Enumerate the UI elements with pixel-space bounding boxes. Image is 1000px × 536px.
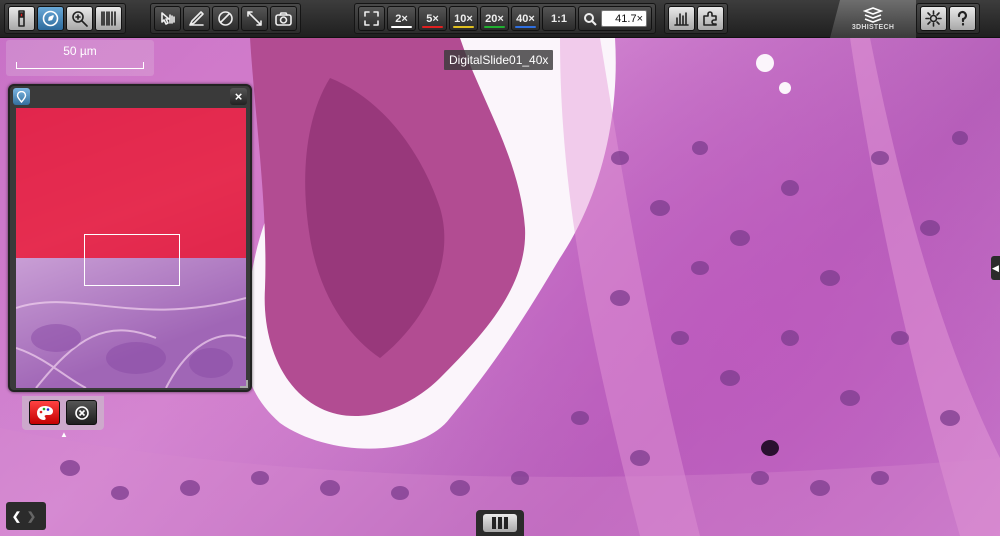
zoom-preset-label: 2× — [395, 12, 408, 25]
zoom-one-to-one-button[interactable]: 1:1 — [542, 6, 576, 31]
navigate-button[interactable] — [37, 6, 64, 31]
rotate-slide-icon — [218, 11, 233, 26]
fullscreen-icon — [364, 11, 379, 26]
main-toolbar: 2× 5× 10× 20× 40× 1:1 3DHISTECH — [0, 0, 1000, 38]
palette-icon — [36, 405, 53, 420]
settings-button[interactable] — [920, 6, 947, 31]
overview-panel: × — [8, 84, 252, 392]
zoom-preset-40x[interactable]: 40× — [511, 6, 540, 31]
close-overview-button[interactable]: × — [230, 88, 247, 105]
chevron-left-icon: ◀ — [992, 262, 999, 273]
puzzle-icon — [703, 11, 717, 26]
scale-bar-line — [16, 62, 144, 69]
previous-slide-button[interactable]: ❮ — [10, 506, 23, 526]
zoom-color-bar — [422, 26, 443, 28]
recenter-button[interactable] — [66, 400, 97, 425]
analysis-tools-group — [664, 3, 728, 34]
resize-handle[interactable] — [240, 380, 248, 388]
gear-icon — [925, 10, 942, 27]
zoom-preset-2x[interactable]: 2× — [387, 6, 416, 31]
one-to-one-label: 1:1 — [551, 12, 567, 25]
zoom-tools-group: 2× 5× 10× 20× 40× 1:1 — [354, 3, 656, 34]
bottom-panel-toggle[interactable] — [476, 510, 524, 536]
compass-icon — [42, 10, 59, 27]
bar-chart-icon — [674, 12, 689, 26]
histogram-button[interactable] — [668, 6, 695, 31]
slide-tray-button[interactable] — [8, 6, 35, 31]
slide-navigation-arrows: ❮ ❯ — [6, 502, 46, 530]
pan-hand-button[interactable] — [154, 6, 181, 31]
chevron-right-icon: ❯ — [26, 510, 37, 523]
rotate-button[interactable] — [212, 6, 239, 31]
scale-bar: 50 µm — [6, 40, 154, 76]
ruler-icon — [247, 11, 262, 26]
zoom-preset-20x[interactable]: 20× — [480, 6, 509, 31]
color-overlay-button[interactable] — [29, 400, 60, 425]
slide-name-label: DigitalSlide01_40x — [444, 50, 554, 70]
annotation-pen-button[interactable] — [183, 6, 210, 31]
zoom-level-field — [578, 6, 652, 31]
3dhistech-logo-icon — [863, 7, 883, 23]
chevron-left-icon: ❮ — [11, 510, 22, 523]
annotation-tools-group — [150, 3, 301, 34]
pin-overview-button[interactable] — [13, 88, 30, 105]
slide-viewer-app: 2× 5× 10× 20× 40× 1:1 3DHISTECH — [0, 0, 1000, 536]
zoom-color-bar — [484, 26, 505, 28]
question-mark-icon — [957, 10, 968, 26]
brand-logo: 3DHISTECH — [830, 0, 916, 38]
zoom-color-bar — [453, 26, 474, 28]
zoom-level-input[interactable] — [601, 10, 647, 27]
slide-viewport[interactable]: DigitalSlide01_40x 50 µm × ▲ ◀ ❮ ❯ — [0, 38, 1000, 536]
zoom-preset-label: 10× — [454, 12, 473, 25]
current-view-rectangle[interactable] — [84, 234, 180, 286]
search-icon — [584, 12, 597, 26]
magnifier-button[interactable] — [66, 6, 93, 31]
close-icon: × — [234, 89, 243, 104]
barcode-button[interactable] — [95, 6, 122, 31]
zoom-preset-label: 20× — [485, 12, 504, 25]
pen-icon — [189, 11, 204, 26]
overview-thumbnail[interactable] — [16, 108, 246, 388]
camera-icon — [275, 12, 292, 26]
zoom-preset-10x[interactable]: 10× — [449, 6, 478, 31]
magnifier-icon — [72, 11, 88, 27]
slide-tray-icon — [483, 514, 517, 532]
crosshair-icon — [74, 405, 89, 420]
zoom-color-bar — [391, 26, 412, 28]
slide-icon — [18, 10, 25, 27]
zoom-preset-label: 5× — [426, 12, 439, 25]
app-tools-group — [916, 3, 980, 34]
zoom-preset-label: 40× — [516, 12, 535, 25]
barcode-icon — [101, 11, 116, 26]
help-button[interactable] — [949, 6, 976, 31]
snapshot-button[interactable] — [270, 6, 297, 31]
zoom-preset-5x[interactable]: 5× — [418, 6, 447, 31]
scale-bar-label: 50 µm — [63, 44, 97, 58]
fit-to-screen-button[interactable] — [358, 6, 385, 31]
zoom-color-bar — [515, 26, 536, 28]
brand-label: 3DHISTECH — [851, 24, 895, 31]
next-slide-button[interactable]: ❯ — [25, 506, 38, 526]
right-panel-toggle[interactable]: ◀ — [991, 256, 1000, 280]
overview-toolbar — [22, 396, 104, 430]
hand-cursor-icon — [161, 12, 175, 25]
map-pin-icon — [16, 90, 27, 103]
view-tools-group — [4, 3, 126, 34]
measure-button[interactable] — [241, 6, 268, 31]
plugins-button[interactable] — [697, 6, 724, 31]
collapse-chevron-icon[interactable]: ▲ — [58, 430, 70, 439]
